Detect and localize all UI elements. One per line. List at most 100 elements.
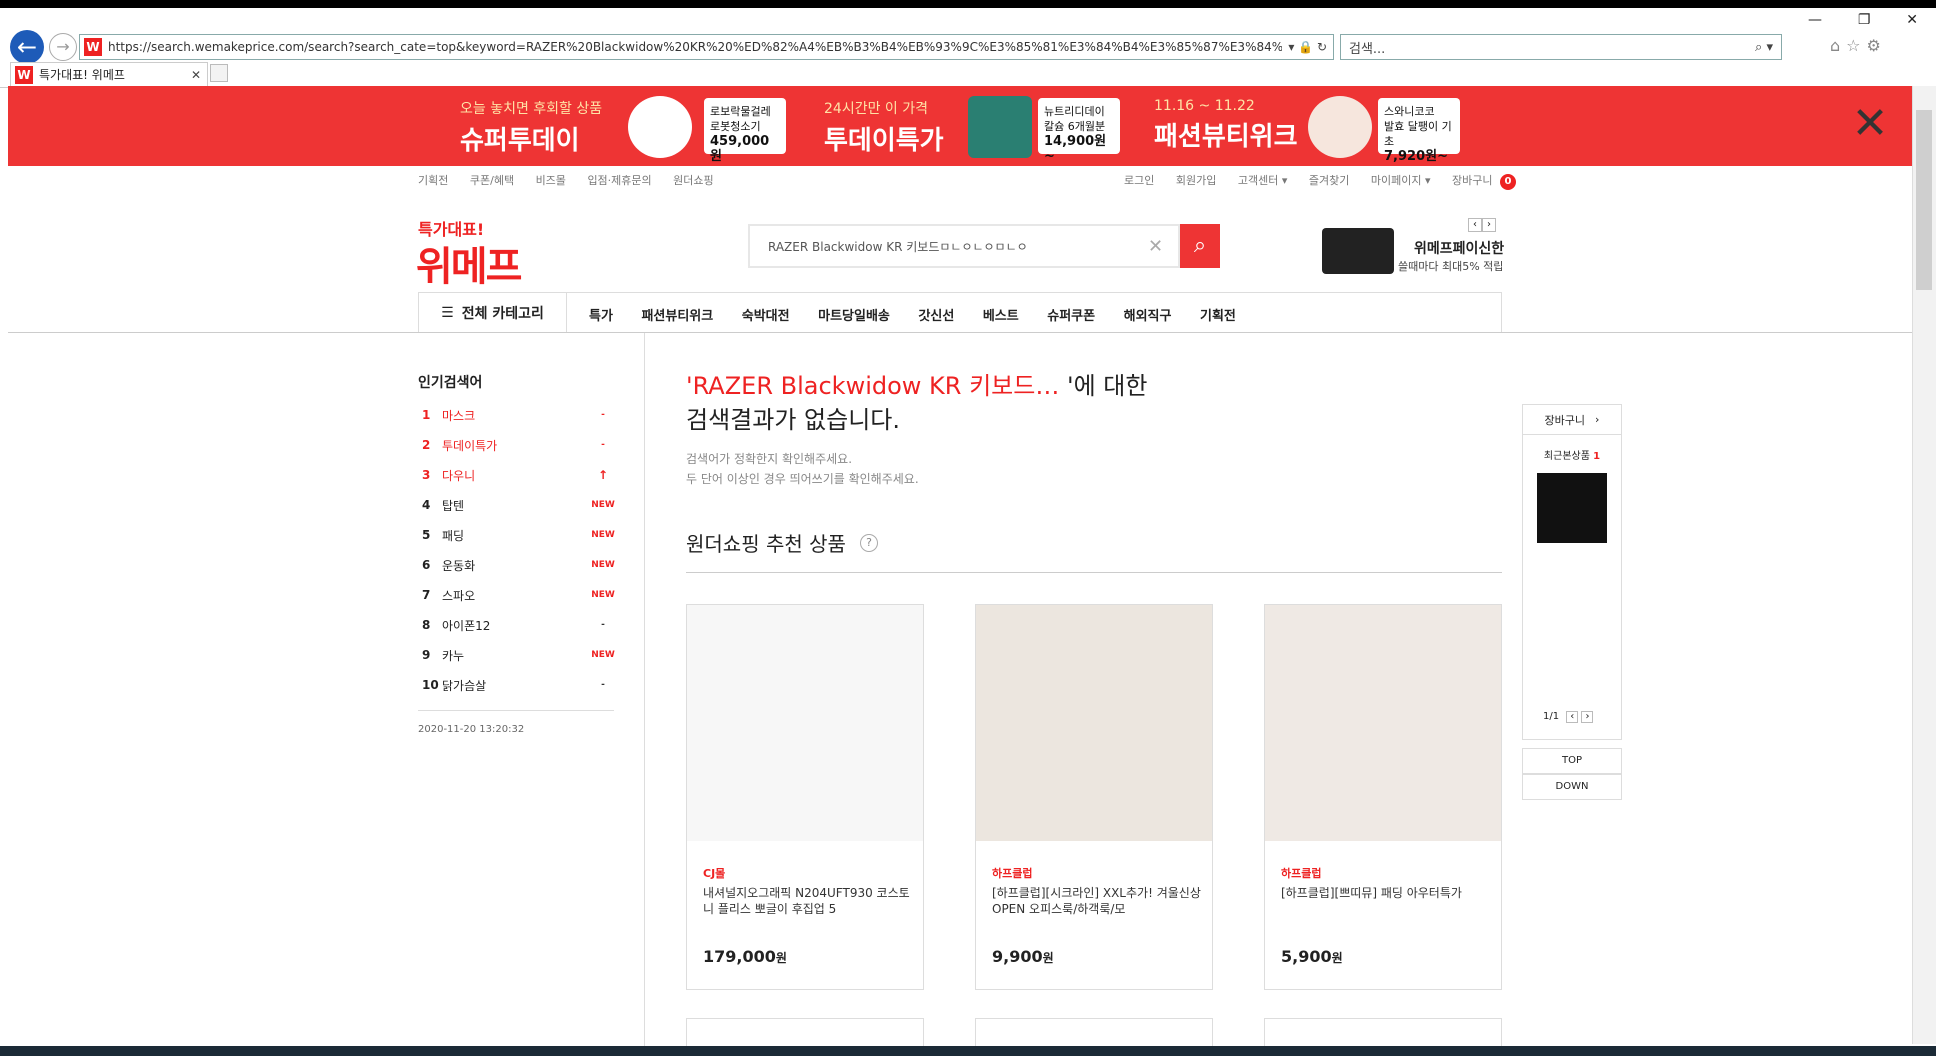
promo-today-deal[interactable]: 24시간만 이 가격 투데이특가 — [824, 86, 944, 166]
product-card[interactable]: 하프클럽 [하프클럽][쁘띠뮤] 패딩 아우터특가 5,900원 — [1264, 604, 1502, 990]
rank-keyword[interactable]: 스파오 — [442, 587, 588, 604]
scrollbar-thumb[interactable] — [1916, 110, 1932, 290]
link-login[interactable]: 로그인 — [1124, 174, 1154, 187]
rank-keyword[interactable]: 닭가슴살 — [442, 677, 588, 694]
rank-keyword[interactable]: 다우니 — [442, 467, 588, 484]
rank-keyword[interactable]: 아이폰12 — [442, 617, 588, 634]
header-left-links[interactable]: 기획전 쿠폰/혜택 비즈몰 입점·제휴문의 원더쇼핑 — [418, 172, 732, 188]
product-name[interactable]: [하프클럽][시크라인] XXL추가! 겨울신상 OPEN 오피스룩/하객룩/모 — [992, 885, 1202, 917]
promo-card[interactable]: 뉴트리디데이 칼슘 6개월분 14,900원~ — [1038, 98, 1120, 164]
promo-banner[interactable]: 오늘 놓치면 후회할 상품 슈퍼투데이 로보락물걸레 로봇청소기 459,000… — [8, 86, 1912, 166]
close-window-icon[interactable]: ✕ — [1906, 12, 1918, 32]
nav-item[interactable]: 베스트 — [983, 309, 1019, 324]
rank-status: ↑ — [597, 468, 609, 482]
product-name[interactable]: [하프클럽][쁘띠뮤] 패딩 아우터특가 — [1281, 885, 1491, 901]
recent-product-thumbnail[interactable] — [1537, 473, 1607, 543]
forward-button[interactable]: → — [49, 33, 77, 61]
nav-item[interactable]: 특가 — [589, 309, 613, 324]
ranking-item[interactable]: 1 마스크 - — [422, 400, 618, 430]
next-arrow-icon[interactable]: › — [1482, 218, 1496, 232]
nav-item[interactable]: 숙박대전 — [742, 309, 790, 324]
nav-item[interactable]: 마트당일배송 — [818, 309, 890, 324]
product-name[interactable]: 내셔널지오그래픽 N204UFT930 코스토니 플리스 뽀글이 후집업 5 — [703, 885, 913, 917]
prev-arrow-icon[interactable]: ‹ — [1566, 711, 1579, 723]
link-plan[interactable]: 기획전 — [418, 174, 448, 187]
link-cart[interactable]: 장바구니 — [1452, 174, 1492, 187]
next-arrow-icon[interactable]: › — [1581, 711, 1594, 723]
back-button[interactable]: ← — [10, 30, 44, 64]
promo-super-today[interactable]: 오늘 놓치면 후회할 상품 슈퍼투데이 — [460, 86, 602, 166]
toolbar-icons[interactable]: ⌂☆⚙ — [1830, 36, 1887, 55]
new-tab-button[interactable] — [210, 64, 228, 82]
card-banner-nav[interactable]: ‹ › — [1468, 218, 1496, 232]
link-mypage[interactable]: 마이페이지 ▾ — [1371, 174, 1431, 187]
tab-close-icon[interactable]: ✕ — [191, 68, 207, 82]
product-card[interactable]: CJ몰 내셔널지오그래픽 N204UFT930 코스토니 플리스 뽀글이 후집업… — [686, 604, 924, 990]
ranking-item[interactable]: 5 패딩 NEW — [422, 520, 618, 550]
promo-card[interactable]: 로보락물걸레 로봇청소기 459,000원 — [704, 98, 786, 164]
settings-gear-icon[interactable]: ⚙ — [1867, 36, 1887, 55]
nav-item[interactable]: 해외직구 — [1124, 309, 1172, 324]
price-unit: 원 — [775, 951, 787, 965]
nav-item[interactable]: 패션뷰티위크 — [641, 309, 713, 324]
minimize-icon[interactable]: — — [1808, 12, 1822, 32]
rank-keyword[interactable]: 투데이특가 — [442, 437, 588, 454]
promo-card[interactable]: 스와니코코 발효 달팽이 기초 7,920원~ — [1378, 98, 1460, 164]
search-icon[interactable]: ⌕ ▾ — [1755, 40, 1781, 55]
rank-keyword[interactable]: 카누 — [442, 647, 588, 664]
ranking-item[interactable]: 9 카누 NEW — [422, 640, 618, 670]
link-wonder[interactable]: 원더쇼핑 — [673, 174, 713, 187]
ranking-item[interactable]: 4 탑텐 NEW — [422, 490, 618, 520]
address-bar-icons[interactable]: ▾ 🔒 ↻ — [1282, 40, 1333, 54]
restore-icon[interactable]: ❐ — [1858, 12, 1871, 32]
quick-pager[interactable]: 1/1 ‹ › — [1543, 711, 1594, 723]
quick-cart-link[interactable]: 장바구니 › — [1523, 405, 1621, 435]
site-search-button[interactable]: ⌕ — [1180, 224, 1220, 268]
prev-arrow-icon[interactable]: ‹ — [1468, 218, 1482, 232]
product-image[interactable] — [976, 605, 1212, 841]
product-image[interactable] — [1265, 605, 1501, 841]
nav-item[interactable]: 갓신선 — [918, 309, 954, 324]
clear-search-icon[interactable]: ✕ — [1148, 236, 1178, 257]
all-categories-button[interactable]: ☰ 전체 카테고리 — [419, 293, 567, 333]
address-bar[interactable]: W https://search.wemakeprice.com/search?… — [79, 34, 1334, 60]
ranking-item[interactable]: 2 투데이특가 - — [422, 430, 618, 460]
favorites-star-icon[interactable]: ☆ — [1846, 36, 1866, 55]
nav-item[interactable]: 기획전 — [1200, 309, 1236, 324]
ranking-item[interactable]: 7 스파오 NEW — [422, 580, 618, 610]
scroll-top-button[interactable]: TOP — [1522, 748, 1622, 774]
header-right-links[interactable]: 로그인 회원가입 고객센터 ▾ 즐겨찾기 마이페이지 ▾ 장바구니 0 — [1124, 172, 1534, 190]
ranking-item[interactable]: 10 닭가슴살 - — [422, 670, 618, 700]
product-card[interactable]: 하프클럽 [하프클럽][시크라인] XXL추가! 겨울신상 OPEN 오피스룩/… — [975, 604, 1213, 990]
nav-item[interactable]: 슈퍼쿠폰 — [1047, 309, 1095, 324]
link-bizmall[interactable]: 비즈몰 — [536, 174, 566, 187]
rank-keyword[interactable]: 패딩 — [442, 527, 588, 544]
link-coupon[interactable]: 쿠폰/혜택 — [470, 174, 514, 187]
site-search-input[interactable]: RAZER Blackwidow KR 키보드ㅁㄴㅇㄴㅇㅁㄴㅇ ✕ — [748, 224, 1180, 268]
browser-search-input[interactable]: 검색... ⌕ ▾ — [1340, 34, 1782, 60]
credit-card-image[interactable] — [1322, 228, 1394, 274]
vertical-scrollbar[interactable] — [1912, 86, 1936, 1044]
link-bookmark[interactable]: 즐겨찾기 — [1309, 174, 1349, 187]
logo[interactable]: 위메프 — [416, 234, 522, 292]
gnb-menu[interactable]: 특가 패션뷰티위크 숙박대전 마트당일배송 갓신선 베스트 슈퍼쿠폰 해외직구 … — [589, 305, 1260, 324]
promo-fashion-beauty[interactable]: 11.16 ~ 11.22 패션뷰티위크 — [1154, 86, 1298, 166]
home-icon[interactable]: ⌂ — [1830, 36, 1846, 55]
window-controls[interactable]: — ❐ ✕ — [1790, 12, 1936, 32]
banner-close-icon[interactable]: ✕ — [1846, 102, 1894, 150]
url-text[interactable]: https://search.wemakeprice.com/search?se… — [108, 40, 1282, 54]
link-customer-center[interactable]: 고객센터 ▾ — [1238, 174, 1288, 187]
ranking-item[interactable]: 8 아이폰12 - — [422, 610, 618, 640]
rank-keyword[interactable]: 탑텐 — [442, 497, 588, 514]
link-signup[interactable]: 회원가입 — [1176, 174, 1216, 187]
ranking-item[interactable]: 3 다우니 ↑ — [422, 460, 618, 490]
scroll-down-button[interactable]: DOWN — [1522, 774, 1622, 800]
rank-keyword[interactable]: 마스크 — [442, 407, 588, 424]
help-icon[interactable]: ? — [860, 534, 878, 552]
browser-tab[interactable]: W 특가대표! 위메프 ✕ — [10, 62, 208, 86]
rank-keyword[interactable]: 운동화 — [442, 557, 588, 574]
ranking-item[interactable]: 6 운동화 NEW — [422, 550, 618, 580]
link-partner[interactable]: 입점·제휴문의 — [587, 174, 651, 187]
product-image[interactable] — [687, 605, 923, 841]
card-promo-title[interactable]: 위메프페이신한 — [1414, 238, 1504, 258]
